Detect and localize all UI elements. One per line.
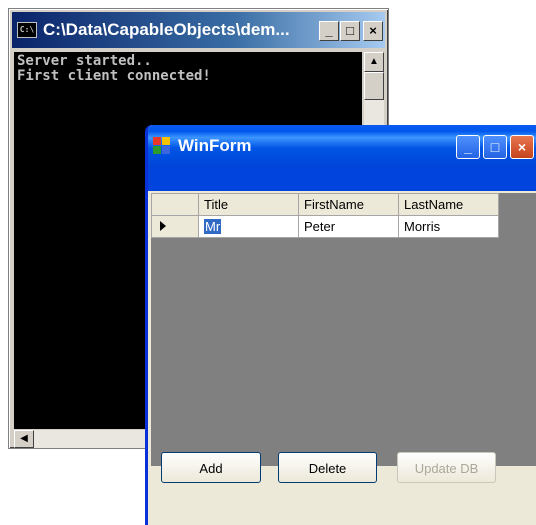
grid-corner-header[interactable] xyxy=(151,193,199,216)
scroll-thumb[interactable] xyxy=(364,72,384,100)
console-title: C:\Data\CapableObjects\dem... xyxy=(43,20,290,39)
winform-titlebar[interactable]: WinForm _ □ × xyxy=(148,125,536,167)
winform-close-button[interactable]: × xyxy=(510,135,534,159)
column-header-title[interactable]: Title xyxy=(198,193,299,216)
winform-title: WinForm xyxy=(178,136,252,155)
column-header-lastname[interactable]: LastName xyxy=(398,193,499,216)
scroll-left-arrow-icon[interactable]: ◀ xyxy=(14,430,34,448)
console-titlebar[interactable]: C:\ C:\Data\CapableObjects\dem... _ □ × xyxy=(12,12,385,48)
console-minimize-button[interactable]: _ xyxy=(319,21,339,41)
column-header-firstname[interactable]: FirstName xyxy=(298,193,399,216)
console-line: First client connected! xyxy=(17,68,211,84)
add-button[interactable]: Add xyxy=(161,452,261,483)
winform-maximize-button[interactable]: □ xyxy=(483,135,507,159)
winform-toolstrip xyxy=(148,167,536,191)
grid-header-row: Title FirstName LastName xyxy=(151,193,499,216)
cell-title-editor[interactable]: Mr xyxy=(204,219,222,234)
console-app-icon: C:\ xyxy=(17,22,37,38)
scroll-up-arrow-icon[interactable]: ▲ xyxy=(364,52,384,72)
current-row-arrow-icon xyxy=(160,221,166,231)
data-grid[interactable]: Title FirstName LastName Mr Peter Morris xyxy=(151,193,536,466)
data-grid-table: Title FirstName LastName Mr Peter Morris xyxy=(151,193,499,238)
cell-firstname[interactable]: Peter xyxy=(298,215,399,238)
console-close-button[interactable]: × xyxy=(363,21,383,41)
winform-app-icon xyxy=(153,137,171,155)
table-row[interactable]: Mr Peter Morris xyxy=(151,215,499,238)
update-db-button: Update DB xyxy=(397,452,496,483)
row-header[interactable] xyxy=(151,215,199,238)
console-maximize-button[interactable]: □ xyxy=(340,21,360,41)
cell-lastname[interactable]: Morris xyxy=(398,215,499,238)
console-line: Server started.. xyxy=(17,53,152,69)
winform-window: WinForm _ □ × Title FirstName LastName M… xyxy=(145,125,536,525)
winform-minimize-button[interactable]: _ xyxy=(456,135,480,159)
cell-title[interactable]: Mr xyxy=(198,215,299,238)
delete-button[interactable]: Delete xyxy=(278,452,377,483)
